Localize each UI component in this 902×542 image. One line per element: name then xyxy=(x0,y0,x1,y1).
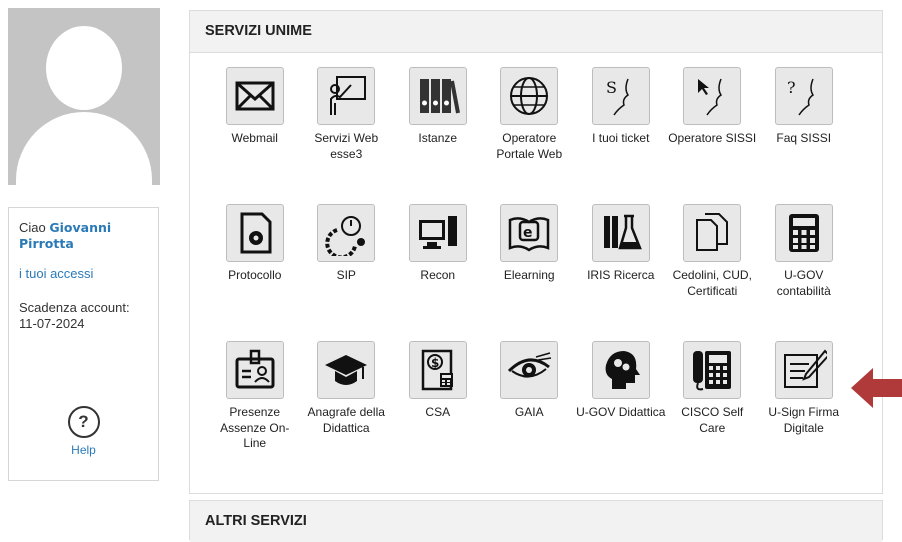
access-link[interactable]: i tuoi accessi xyxy=(19,266,148,282)
service-tile[interactable]: Operatore Portale Web xyxy=(484,67,576,204)
question-icon: ? xyxy=(67,406,100,438)
service-tile[interactable]: IRIS Ricerca xyxy=(575,204,667,341)
service-tile[interactable]: S I tuoi ticket xyxy=(575,67,667,204)
service-tile[interactable]: Operatore SISSI xyxy=(667,67,759,204)
svg-text:?: ? xyxy=(787,78,796,97)
service-tile[interactable]: Recon xyxy=(392,204,484,341)
flask-icon[interactable] xyxy=(591,204,650,262)
greeting-text: Ciao xyxy=(19,220,46,235)
other-services-panel: ALTRI SERVIZI xyxy=(189,500,883,542)
service-label[interactable]: Elearning xyxy=(484,268,576,284)
document-gear-icon[interactable] xyxy=(225,204,284,262)
service-tile[interactable]: Webmail xyxy=(209,67,301,204)
service-label[interactable]: Presenze Assenze On-Line xyxy=(209,405,301,452)
greeting: Ciao Giovanni Pirrotta xyxy=(19,220,148,252)
service-label[interactable]: IRIS Ricerca xyxy=(575,268,667,284)
service-tile[interactable]: U-GOV Didattica xyxy=(575,341,667,478)
service-tile[interactable]: ? Faq SISSI xyxy=(758,67,850,204)
help-label: Help xyxy=(71,443,96,457)
service-label[interactable]: Operatore Portale Web xyxy=(484,131,576,162)
service-label[interactable]: Operatore SISSI xyxy=(667,131,759,147)
avatar-body xyxy=(16,112,152,185)
avatar-head xyxy=(46,26,122,110)
service-tile[interactable]: SIP xyxy=(301,204,393,341)
phone-icon[interactable] xyxy=(683,341,742,399)
service-tile[interactable]: U-GOV contabilità xyxy=(758,204,850,341)
service-tile[interactable]: U-Sign Firma Digitale xyxy=(758,341,850,478)
help-button[interactable]: ? Help xyxy=(9,406,158,458)
expiry-label: Scadenza account: xyxy=(19,300,130,315)
avatar xyxy=(8,8,160,185)
service-tile[interactable]: e Elearning xyxy=(484,204,576,341)
arrow-left-icon xyxy=(851,368,902,408)
badge-icon[interactable] xyxy=(225,341,284,399)
service-label[interactable]: GAIA xyxy=(484,405,576,421)
service-label[interactable]: Anagrafe della Didattica xyxy=(301,405,393,436)
teacher-board-icon[interactable] xyxy=(317,67,376,125)
graduation-cap-icon[interactable] xyxy=(317,341,376,399)
service-tile[interactable]: CISCO Self Care xyxy=(667,341,759,478)
globe-icon[interactable] xyxy=(500,67,559,125)
service-tile[interactable]: GAIA xyxy=(484,341,576,478)
svg-text:$: $ xyxy=(431,356,439,370)
service-label[interactable]: Protocollo xyxy=(209,268,301,284)
account-expiry: Scadenza account: 11-07-2024 xyxy=(19,300,148,332)
envelope-icon[interactable] xyxy=(225,67,284,125)
cursor-head-icon[interactable] xyxy=(683,67,742,125)
computer-icon[interactable] xyxy=(408,204,467,262)
other-services-title: ALTRI SERVIZI xyxy=(190,501,882,542)
svg-text:e: e xyxy=(523,225,533,241)
service-tile[interactable]: Protocollo xyxy=(209,204,301,341)
services-panel: SERVIZI UNIME Webmail Servizi Web esse3 Is… xyxy=(189,10,883,494)
service-label[interactable]: Recon xyxy=(392,268,484,284)
service-label[interactable]: U-GOV contabilità xyxy=(758,268,850,299)
question-head-icon[interactable]: ? xyxy=(774,67,833,125)
brain-head-icon[interactable] xyxy=(591,341,650,399)
service-label[interactable]: SIP xyxy=(301,268,393,284)
service-tile[interactable]: Cedolini, CUD, Certificati xyxy=(667,204,759,341)
service-tile[interactable]: Istanze xyxy=(392,67,484,204)
service-label[interactable]: U-GOV Didattica xyxy=(575,405,667,421)
documents-icon[interactable] xyxy=(683,204,742,262)
sign-document-icon[interactable] xyxy=(774,341,833,399)
service-tile[interactable]: $ CSA xyxy=(392,341,484,478)
service-label[interactable]: Webmail xyxy=(209,131,301,147)
dollar-ledger-icon[interactable]: $ xyxy=(408,341,467,399)
service-label[interactable]: U-Sign Firma Digitale xyxy=(758,405,850,436)
service-label[interactable]: Istanze xyxy=(392,131,484,147)
service-label[interactable]: CISCO Self Care xyxy=(667,405,759,436)
service-label[interactable]: Servizi Web esse3 xyxy=(301,131,393,162)
calculator-icon[interactable] xyxy=(774,204,833,262)
service-tile[interactable]: Servizi Web esse3 xyxy=(301,67,393,204)
services-grid: Webmail Servizi Web esse3 Istanze Operatore… xyxy=(209,67,873,478)
ebook-icon[interactable]: e xyxy=(500,204,559,262)
service-label[interactable]: Faq SISSI xyxy=(758,131,850,147)
user-info-box: Ciao Giovanni Pirrotta i tuoi accessi Sc… xyxy=(8,207,159,481)
service-label[interactable]: CSA xyxy=(392,405,484,421)
service-label[interactable]: I tuoi ticket xyxy=(575,131,667,147)
service-tile[interactable]: Anagrafe della Didattica xyxy=(301,341,393,478)
service-label[interactable]: Cedolini, CUD, Certificati xyxy=(667,268,759,299)
svg-text:S: S xyxy=(606,78,617,97)
binders-icon[interactable] xyxy=(408,67,467,125)
service-tile[interactable]: Presenze Assenze On-Line xyxy=(209,341,301,478)
ticket-s-icon[interactable]: S xyxy=(591,67,650,125)
eye-icon[interactable] xyxy=(500,341,559,399)
stopwatch-gear-icon[interactable] xyxy=(317,204,376,262)
expiry-date: 11-07-2024 xyxy=(19,316,85,331)
services-panel-title: SERVIZI UNIME xyxy=(190,11,882,53)
